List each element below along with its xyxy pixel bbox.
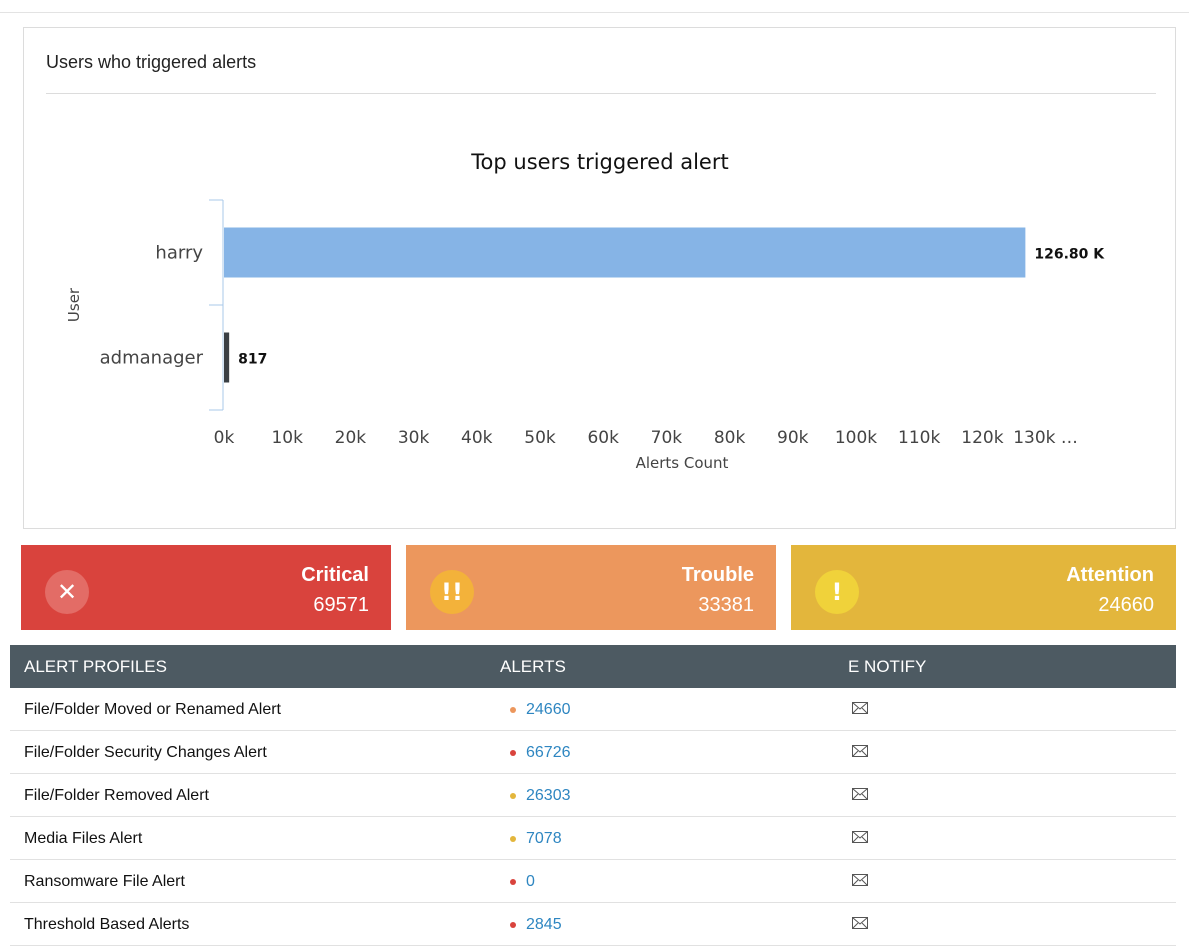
table-row: File/Folder Moved or Renamed Alert 24660 [10, 688, 1176, 731]
attention-card[interactable]: ! Attention 24660 [791, 545, 1176, 630]
card-count: 24660 [1098, 594, 1154, 616]
alert-count-link[interactable]: 24660 [526, 701, 571, 719]
alert-count-link[interactable]: 66726 [526, 744, 571, 762]
card-count: 33381 [698, 594, 754, 616]
double-exclamation-icon: !! [430, 570, 474, 614]
severity-dot [510, 879, 516, 885]
envelope-icon[interactable] [852, 831, 868, 843]
chart-title: Top users triggered alert [470, 150, 728, 174]
envelope-icon[interactable] [852, 702, 868, 714]
alert-profile-name[interactable]: Media Files Alert [24, 830, 142, 848]
x-tick-label: 110k [898, 428, 940, 448]
x-tick-label: 80k [714, 428, 746, 448]
header-e-notify[interactable]: E NOTIFY [848, 657, 926, 677]
users-alerts-panel: Users who triggered alerts Top users tri… [23, 27, 1176, 529]
x-tick-label: 130k … [1013, 428, 1078, 448]
card-count: 69571 [313, 594, 369, 616]
severity-dot [510, 707, 516, 713]
envelope-icon[interactable] [852, 788, 868, 800]
critical-card[interactable]: ✕ Critical 69571 [21, 545, 391, 630]
severity-dot [510, 750, 516, 756]
x-tick-label: 40k [461, 428, 493, 448]
bar-admanager [224, 332, 230, 383]
alert-profiles-table: ALERT PROFILES ALERTS E NOTIFY File/Fold… [10, 645, 1176, 946]
x-icon: ✕ [45, 570, 89, 614]
alert-profile-name[interactable]: File/Folder Moved or Renamed Alert [24, 701, 281, 719]
top-divider [0, 12, 1189, 13]
card-label: Critical [301, 564, 369, 586]
table-row: File/Folder Removed Alert 26303 [10, 774, 1176, 817]
alert-count-link[interactable]: 2845 [526, 916, 562, 934]
table-body: File/Folder Moved or Renamed Alert 24660 F… [10, 688, 1176, 946]
envelope-icon[interactable] [852, 917, 868, 929]
x-tick-label: 0k [214, 428, 235, 448]
x-tick-label: 20k [335, 428, 367, 448]
alert-profile-name[interactable]: Ransomware File Alert [24, 873, 185, 891]
table-row: Threshold Based Alerts 2845 [10, 903, 1176, 946]
x-tick-label: 120k [961, 428, 1003, 448]
table-row: File/Folder Security Changes Alert 66726 [10, 731, 1176, 774]
x-tick-label: 30k [398, 428, 430, 448]
y-tick-label: harry [155, 243, 203, 264]
header-alert-profiles[interactable]: ALERT PROFILES [24, 657, 167, 677]
alerts-bar-chart: Top users triggered alert harry 126.80 K ad… [65, 150, 1105, 472]
bar-data-label: 126.80 K [1034, 247, 1105, 263]
card-label: Trouble [681, 564, 754, 586]
alert-profile-name[interactable]: File/Folder Removed Alert [24, 787, 209, 805]
y-axis-label: User [65, 287, 83, 322]
exclamation-icon: ! [815, 570, 859, 614]
bar-data-label: 817 [238, 352, 267, 368]
bar-harry [224, 227, 1026, 278]
severity-dot [510, 836, 516, 842]
severity-dot [510, 922, 516, 928]
alert-count-link[interactable]: 26303 [526, 787, 571, 805]
alert-profile-name[interactable]: File/Folder Security Changes Alert [24, 744, 267, 762]
severity-dot [510, 793, 516, 799]
x-axis-label: Alerts Count [636, 454, 729, 472]
header-alerts[interactable]: ALERTS [500, 657, 566, 677]
trouble-card[interactable]: !! Trouble 33381 [406, 545, 776, 630]
table-header: ALERT PROFILES ALERTS E NOTIFY [10, 645, 1176, 688]
alert-count-link[interactable]: 7078 [526, 830, 562, 848]
alert-profile-name[interactable]: Threshold Based Alerts [24, 916, 189, 934]
x-tick-label: 50k [524, 428, 556, 448]
envelope-icon[interactable] [852, 874, 868, 886]
table-row: Ransomware File Alert 0 [10, 860, 1176, 903]
table-row: Media Files Alert 7078 [10, 817, 1176, 860]
x-tick-label: 60k [587, 428, 619, 448]
x-tick-label: 10k [271, 428, 303, 448]
x-tick-label: 70k [651, 428, 683, 448]
x-tick-label: 90k [777, 428, 809, 448]
envelope-icon[interactable] [852, 745, 868, 757]
card-label: Attention [1066, 564, 1154, 586]
y-tick-label: admanager [100, 348, 204, 369]
x-tick-label: 100k [835, 428, 877, 448]
alert-count-link[interactable]: 0 [526, 873, 535, 891]
